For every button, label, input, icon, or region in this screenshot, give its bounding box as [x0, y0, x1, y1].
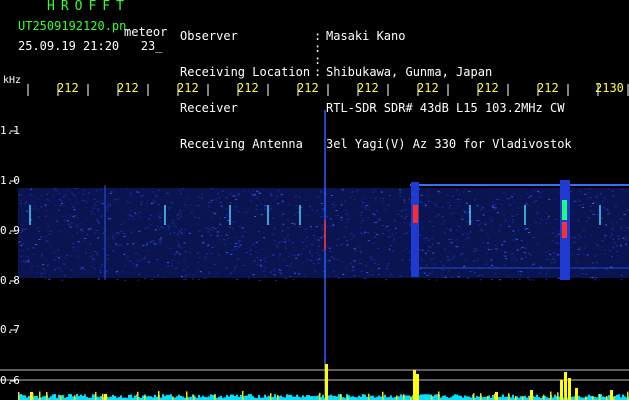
power-trace [0, 364, 629, 400]
time-label: 212 [117, 81, 139, 95]
time-label: 212 [297, 81, 319, 95]
frequency-label: 1.1 [0, 124, 20, 137]
time-label: 212 [237, 81, 259, 95]
power-spike [416, 374, 419, 400]
power-spike [568, 378, 571, 400]
time-label: 212 [177, 81, 199, 95]
time-label: 212 [477, 81, 499, 95]
power-spike [560, 380, 563, 400]
time-label: 212 [357, 81, 379, 95]
power-spike [104, 394, 107, 400]
time-label: 2130 [595, 81, 624, 95]
frequency-label: 0.9 [0, 224, 20, 237]
frequency-label: 0.6 [0, 374, 20, 387]
spectrogram [0, 84, 629, 400]
time-label: 212 [57, 81, 79, 95]
power-spike [610, 390, 613, 400]
band-background [18, 188, 629, 278]
frequency-label: 0.7 [0, 323, 20, 336]
frequency-label: 1.0 [0, 174, 20, 187]
meteor-echo [411, 182, 419, 277]
time-label: 212 [537, 81, 559, 95]
power-spike [413, 370, 416, 400]
signal-band [18, 184, 629, 281]
power-spike [575, 388, 578, 400]
frequency-label: 0.8 [0, 274, 20, 287]
time-label: 212 [417, 81, 439, 95]
power-spike [325, 364, 328, 400]
